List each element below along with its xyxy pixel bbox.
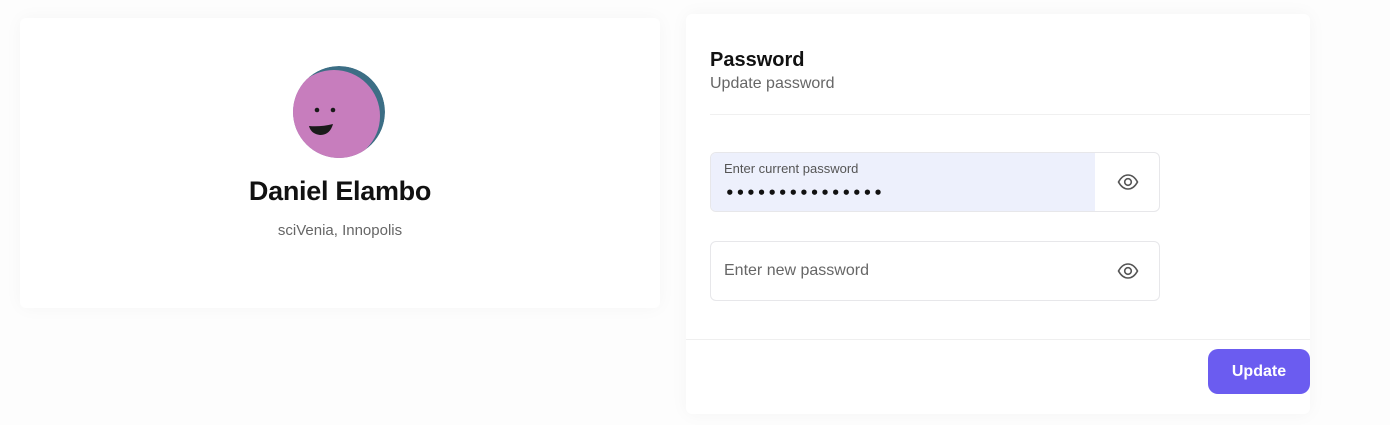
update-button[interactable]: Update [1208,349,1310,394]
profile-card: Daniel Elambo sciVenia, Innopolis [20,18,660,308]
current-password-field[interactable]: Enter current password ••••••••••••••• [710,152,1160,212]
settings-page: Daniel Elambo sciVenia, Innopolis Passwo… [0,0,1390,425]
current-password-label: Enter current password [724,161,859,176]
password-card: Password Update password Enter current p… [686,14,1310,414]
avatar [293,66,385,158]
section-title: Password [710,49,805,71]
header-divider [710,114,1310,115]
section-subtitle: Update password [710,75,835,92]
eye-icon[interactable] [1117,172,1139,192]
new-password-field[interactable] [710,241,1160,301]
eye-icon[interactable] [1117,261,1139,281]
footer-divider [686,339,1310,340]
profile-organization: sciVenia, Innopolis [277,222,403,239]
profile-name: Daniel Elambo [248,176,432,206]
avatar-face-icon [293,66,385,158]
new-password-input[interactable] [724,242,1094,300]
current-password-input[interactable]: ••••••••••••••• [725,184,1085,202]
